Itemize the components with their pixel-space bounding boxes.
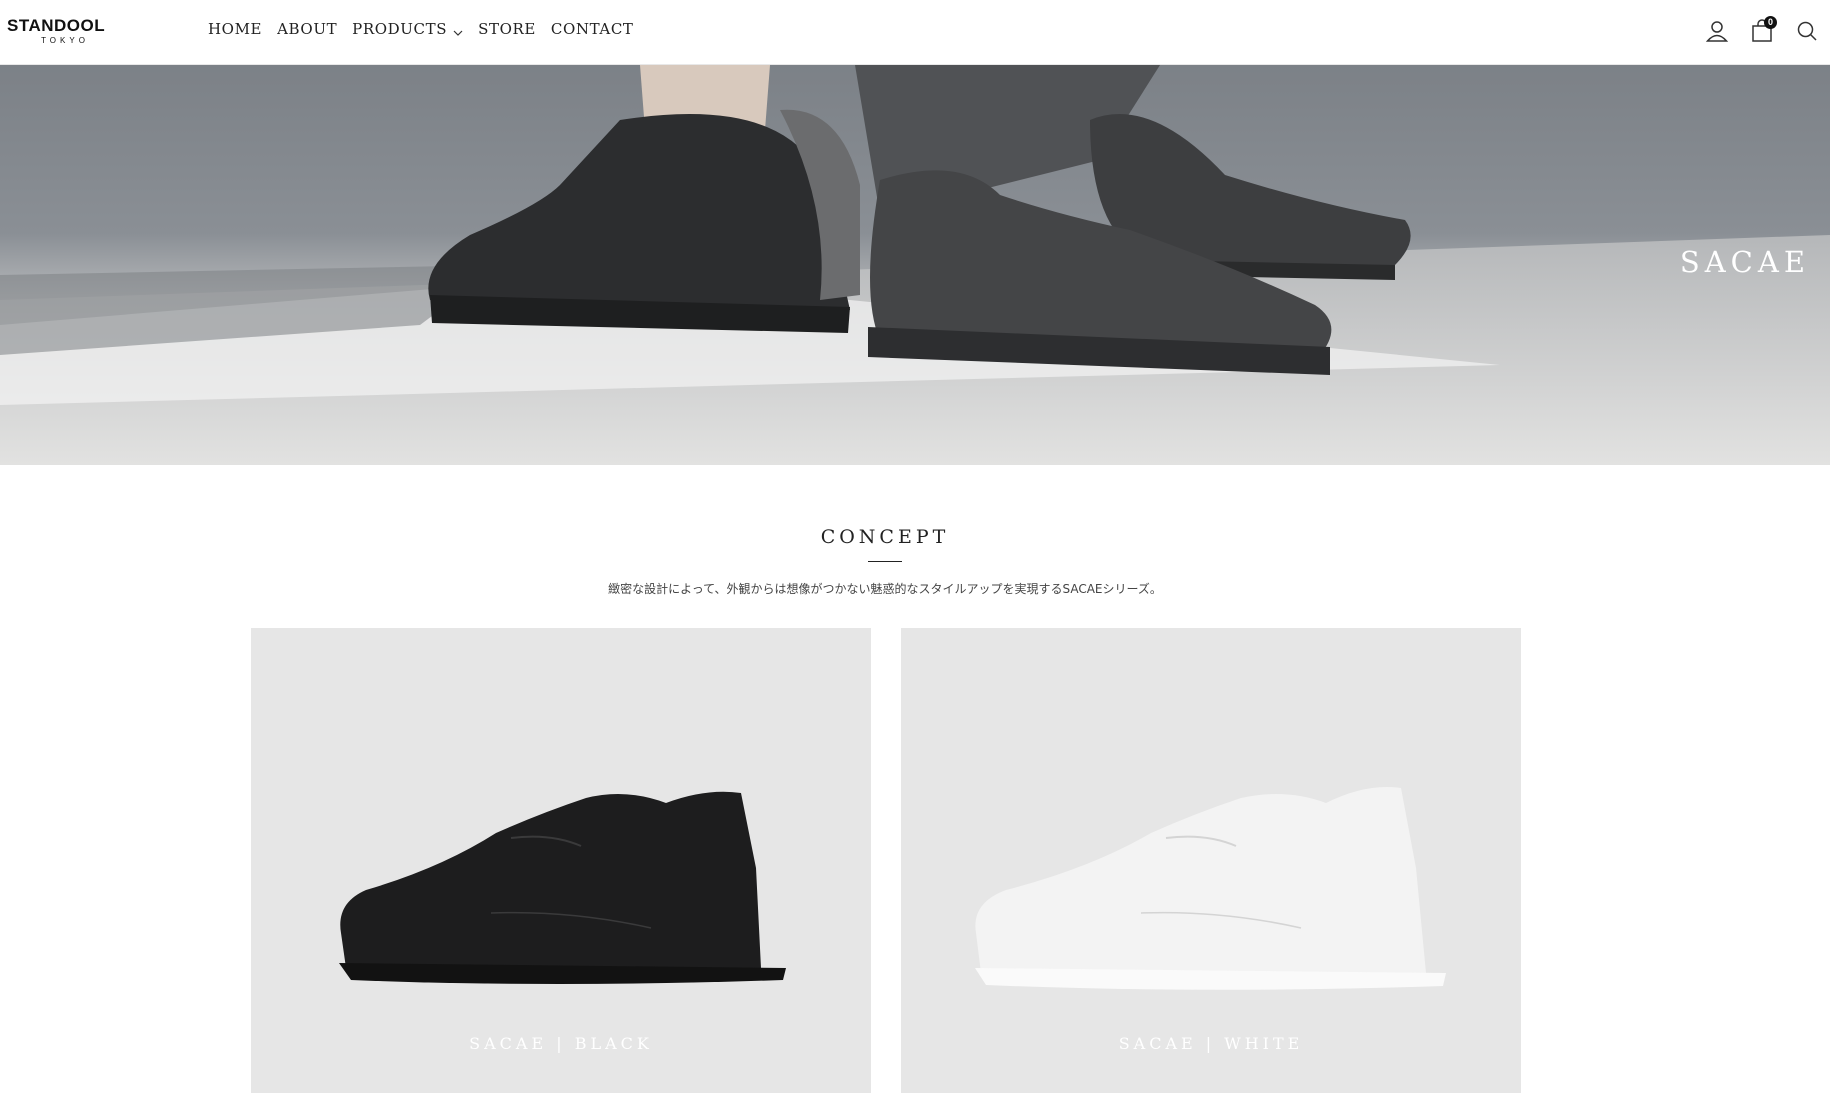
nav-contact[interactable]: CONTACT: [551, 20, 634, 38]
nav-home-label: HOME: [208, 20, 263, 38]
nav-products-label: PRODUCTS: [352, 20, 448, 38]
product-card-black[interactable]: SACAE | BLACK: [251, 628, 871, 1093]
nav-store[interactable]: STORE: [478, 20, 536, 38]
concept-divider: [868, 561, 902, 562]
brand-name: STANDOOL: [7, 16, 106, 35]
cart-count-badge: 0: [1764, 16, 1777, 29]
search-icon[interactable]: [1794, 18, 1820, 44]
hero-title: SACAE: [1679, 245, 1810, 279]
sneaker-black-image: [339, 791, 786, 984]
user-icon[interactable]: [1704, 18, 1730, 44]
site-header: STANDOOL TOKYO HOME ABOUT PRODUCTS STORE…: [0, 0, 1830, 65]
product-card-white[interactable]: SACAE | WHITE: [901, 628, 1521, 1093]
nav-about[interactable]: ABOUT: [277, 20, 337, 38]
chevron-down-icon: [453, 24, 463, 36]
hero-banner: SACAE: [0, 65, 1830, 465]
concept-heading: CONCEPT: [820, 526, 950, 548]
brand-sub: TOKYO: [41, 36, 89, 45]
cart-icon[interactable]: 0: [1749, 16, 1777, 44]
main-nav: HOME ABOUT PRODUCTS STORE CONTACT: [208, 20, 649, 38]
nav-about-label: ABOUT: [277, 20, 338, 38]
nav-contact-label: CONTACT: [550, 20, 634, 38]
nav-home[interactable]: HOME: [208, 20, 262, 38]
concept-description: 緻密な設計によって、外観からは想像がつかない魅惑的なスタイルアップを実現するSA…: [608, 582, 1162, 596]
product-label-black: SACAE | BLACK: [469, 1034, 653, 1053]
sneaker-white-image: [975, 787, 1446, 990]
product-label-white: SACAE | WHITE: [1118, 1034, 1304, 1053]
brand-logo[interactable]: STANDOOL TOKYO: [7, 17, 127, 46]
nav-products[interactable]: PRODUCTS: [352, 20, 463, 38]
hero-sneakers-image: [0, 65, 1830, 465]
nav-store-label: STORE: [478, 20, 536, 38]
